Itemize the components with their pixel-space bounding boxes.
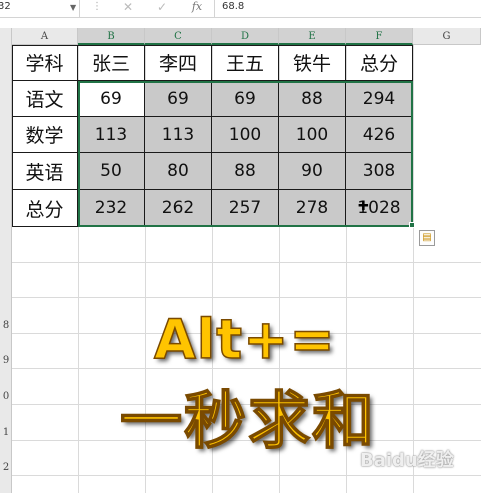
fill-handle[interactable] (409, 222, 415, 228)
watermark: Baidu经验 (360, 450, 454, 471)
name-box[interactable]: 32 (0, 0, 80, 18)
header-cell-total[interactable]: 总分 (346, 45, 413, 81)
cell-cursor-icon: ✚ (358, 199, 369, 214)
column-header-b[interactable]: B (78, 28, 145, 45)
row-label-cell[interactable]: 数学 (12, 117, 78, 153)
row-header-11[interactable]: 1 (0, 427, 12, 438)
column-header-g[interactable]: G (413, 28, 481, 45)
overlay-shortcut-text: Alt+= (153, 307, 336, 372)
formula-bar-grip-icon: ⋮ (92, 1, 102, 12)
name-box-dropdown-icon[interactable]: ▼ (70, 2, 78, 14)
row-header-12[interactable]: 2 (0, 462, 12, 473)
gridline (12, 297, 481, 298)
gridline (12, 262, 481, 263)
row-label-cell[interactable]: 英语 (12, 153, 78, 190)
insert-function-button[interactable]: fx (186, 0, 208, 16)
overlay-caption-text: 一秒求和 (119, 383, 377, 458)
quick-analysis-icon[interactable]: ▤ (419, 230, 435, 246)
header-cell-name[interactable]: 王五 (212, 45, 279, 81)
select-all-corner[interactable] (0, 28, 12, 45)
column-header-row: A B C D E F G (0, 28, 481, 45)
header-cell-name[interactable]: 张三 (78, 45, 145, 81)
header-cell-name[interactable]: 铁牛 (279, 45, 346, 81)
row-label-cell[interactable]: 语文 (12, 81, 78, 117)
formula-input[interactable]: 68.8 (222, 0, 477, 16)
row-header-8[interactable]: 8 (0, 320, 12, 331)
column-header-e[interactable]: E (279, 28, 346, 45)
row-label-cell[interactable]: 总分 (12, 190, 78, 227)
gridline (12, 475, 481, 476)
row-header-10[interactable]: 0 (0, 391, 12, 402)
column-header-c[interactable]: C (145, 28, 212, 45)
column-header-f[interactable]: F (346, 28, 413, 45)
formula-divider (214, 0, 215, 18)
cancel-icon[interactable]: ✕ (118, 0, 138, 16)
column-header-a[interactable]: A (12, 28, 78, 45)
row-header-9[interactable]: 9 (0, 355, 12, 366)
header-cell-name[interactable]: 李四 (145, 45, 212, 81)
header-cell-subject[interactable]: 学科 (12, 45, 78, 81)
row-header-column (0, 45, 12, 493)
column-header-d[interactable]: D (212, 28, 279, 45)
gridline (413, 45, 414, 493)
confirm-icon[interactable]: ✓ (152, 0, 172, 16)
